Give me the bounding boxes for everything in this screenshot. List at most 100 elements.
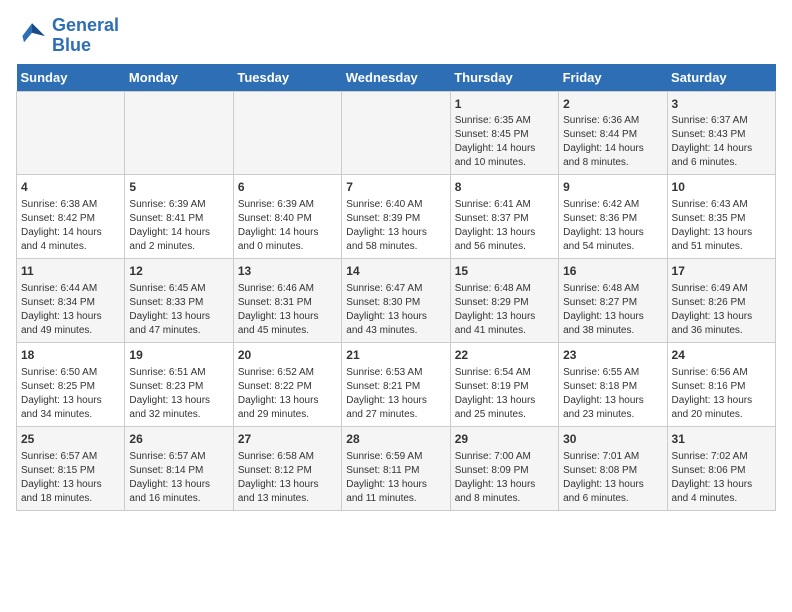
day-number: 18 [21,347,120,364]
day-number: 19 [129,347,228,364]
day-info: Sunrise: 7:01 AMSunset: 8:08 PMDaylight:… [563,450,662,506]
header-thursday: Thursday [450,64,558,92]
calendar-cell: 14 Sunrise: 6:47 AMSunset: 8:30 PMDayligh… [342,259,450,343]
header-wednesday: Wednesday [342,64,450,92]
day-info: Sunrise: 6:35 AMSunset: 8:45 PMDaylight:… [455,114,554,170]
day-number: 20 [238,347,337,364]
day-info: Sunrise: 6:56 AMSunset: 8:16 PMDaylight:… [672,366,771,422]
day-number: 2 [563,96,662,113]
calendar-week-4: 18 Sunrise: 6:50 AMSunset: 8:25 PMDayligh… [17,342,776,426]
day-info: Sunrise: 6:43 AMSunset: 8:35 PMDaylight:… [672,198,771,254]
calendar-cell: 3Sunrise: 6:37 AMSunset: 8:43 PMDaylight… [667,91,775,175]
day-number: 31 [672,431,771,448]
day-info: Sunrise: 6:49 AMSunset: 8:26 PMDaylight:… [672,282,771,338]
day-info: Sunrise: 6:53 AMSunset: 8:21 PMDaylight:… [346,366,445,422]
calendar-cell: 10 Sunrise: 6:43 AMSunset: 8:35 PMDayligh… [667,175,775,259]
calendar-cell: 23 Sunrise: 6:55 AMSunset: 8:18 PMDayligh… [559,342,667,426]
calendar-table: SundayMondayTuesdayWednesdayThursdayFrid… [16,64,776,511]
day-number: 24 [672,347,771,364]
logo-text: General Blue [52,16,119,56]
calendar-week-1: 1Sunrise: 6:35 AMSunset: 8:45 PMDaylight… [17,91,776,175]
day-info: Sunrise: 6:52 AMSunset: 8:22 PMDaylight:… [238,366,337,422]
day-number: 1 [455,96,554,113]
day-number: 28 [346,431,445,448]
logo: General Blue [16,16,119,56]
day-info: Sunrise: 6:59 AMSunset: 8:11 PMDaylight:… [346,450,445,506]
calendar-cell: 6 Sunrise: 6:39 AMSunset: 8:40 PMDaylight… [233,175,341,259]
day-info: Sunrise: 6:58 AMSunset: 8:12 PMDaylight:… [238,450,337,506]
calendar-cell: 21 Sunrise: 6:53 AMSunset: 8:21 PMDayligh… [342,342,450,426]
day-number: 10 [672,179,771,196]
day-info: Sunrise: 7:00 AMSunset: 8:09 PMDaylight:… [455,450,554,506]
day-number: 5 [129,179,228,196]
day-number: 21 [346,347,445,364]
day-info: Sunrise: 6:44 AMSunset: 8:34 PMDaylight:… [21,282,120,338]
header-tuesday: Tuesday [233,64,341,92]
header-sunday: Sunday [17,64,125,92]
calendar-cell: 24 Sunrise: 6:56 AMSunset: 8:16 PMDayligh… [667,342,775,426]
calendar-cell: 26Sunrise: 6:57 AMSunset: 8:14 PMDayligh… [125,426,233,510]
day-number: 26 [129,431,228,448]
day-number: 17 [672,263,771,280]
calendar-cell [125,91,233,175]
calendar-week-5: 25Sunrise: 6:57 AMSunset: 8:15 PMDayligh… [17,426,776,510]
day-info: Sunrise: 6:42 AMSunset: 8:36 PMDaylight:… [563,198,662,254]
day-number: 13 [238,263,337,280]
day-number: 30 [563,431,662,448]
calendar-cell [342,91,450,175]
day-info: Sunrise: 6:54 AMSunset: 8:19 PMDaylight:… [455,366,554,422]
day-number: 14 [346,263,445,280]
calendar-cell: 9Sunrise: 6:42 AMSunset: 8:36 PMDaylight… [559,175,667,259]
day-info: Sunrise: 6:41 AMSunset: 8:37 PMDaylight:… [455,198,554,254]
calendar-week-2: 4 Sunrise: 6:38 AMSunset: 8:42 PMDaylight… [17,175,776,259]
day-number: 12 [129,263,228,280]
day-info: Sunrise: 6:47 AMSunset: 8:30 PMDaylight:… [346,282,445,338]
calendar-cell: 17 Sunrise: 6:49 AMSunset: 8:26 PMDayligh… [667,259,775,343]
day-info: Sunrise: 6:55 AMSunset: 8:18 PMDaylight:… [563,366,662,422]
day-number: 22 [455,347,554,364]
calendar-cell: 22 Sunrise: 6:54 AMSunset: 8:19 PMDayligh… [450,342,558,426]
calendar-cell: 4 Sunrise: 6:38 AMSunset: 8:42 PMDaylight… [17,175,125,259]
day-number: 8 [455,179,554,196]
calendar-cell: 19Sunrise: 6:51 AMSunset: 8:23 PMDayligh… [125,342,233,426]
calendar-cell: 12Sunrise: 6:45 AMSunset: 8:33 PMDayligh… [125,259,233,343]
calendar-cell: 31 Sunrise: 7:02 AMSunset: 8:06 PMDayligh… [667,426,775,510]
calendar-cell: 28 Sunrise: 6:59 AMSunset: 8:11 PMDayligh… [342,426,450,510]
page-header: General Blue [16,16,776,56]
calendar-cell [233,91,341,175]
calendar-cell: 20 Sunrise: 6:52 AMSunset: 8:22 PMDayligh… [233,342,341,426]
day-number: 7 [346,179,445,196]
calendar-cell: 5 Sunrise: 6:39 AMSunset: 8:41 PMDaylight… [125,175,233,259]
day-info: Sunrise: 6:37 AMSunset: 8:43 PMDaylight:… [672,114,771,170]
calendar-week-3: 11Sunrise: 6:44 AMSunset: 8:34 PMDayligh… [17,259,776,343]
day-number: 4 [21,179,120,196]
day-info: Sunrise: 6:57 AMSunset: 8:15 PMDaylight:… [21,450,120,506]
day-info: Sunrise: 6:50 AMSunset: 8:25 PMDaylight:… [21,366,120,422]
calendar-cell: 15 Sunrise: 6:48 AMSunset: 8:29 PMDayligh… [450,259,558,343]
day-number: 3 [672,96,771,113]
calendar-cell: 1Sunrise: 6:35 AMSunset: 8:45 PMDaylight… [450,91,558,175]
header-friday: Friday [559,64,667,92]
calendar-cell: 16 Sunrise: 6:48 AMSunset: 8:27 PMDayligh… [559,259,667,343]
calendar-cell: 2Sunrise: 6:36 AMSunset: 8:44 PMDaylight… [559,91,667,175]
calendar-cell: 7Sunrise: 6:40 AMSunset: 8:39 PMDaylight… [342,175,450,259]
day-number: 16 [563,263,662,280]
day-info: Sunrise: 6:48 AMSunset: 8:27 PMDaylight:… [563,282,662,338]
day-number: 15 [455,263,554,280]
day-info: Sunrise: 6:36 AMSunset: 8:44 PMDaylight:… [563,114,662,170]
calendar-cell: 8 Sunrise: 6:41 AMSunset: 8:37 PMDaylight… [450,175,558,259]
header-saturday: Saturday [667,64,775,92]
header-monday: Monday [125,64,233,92]
day-info: Sunrise: 6:38 AMSunset: 8:42 PMDaylight:… [21,198,120,254]
day-info: Sunrise: 6:46 AMSunset: 8:31 PMDaylight:… [238,282,337,338]
day-info: Sunrise: 6:48 AMSunset: 8:29 PMDaylight:… [455,282,554,338]
calendar-cell [17,91,125,175]
day-info: Sunrise: 7:02 AMSunset: 8:06 PMDaylight:… [672,450,771,506]
day-info: Sunrise: 6:39 AMSunset: 8:40 PMDaylight:… [238,198,337,254]
calendar-cell: 18 Sunrise: 6:50 AMSunset: 8:25 PMDayligh… [17,342,125,426]
day-info: Sunrise: 6:39 AMSunset: 8:41 PMDaylight:… [129,198,228,254]
day-number: 23 [563,347,662,364]
header-row: SundayMondayTuesdayWednesdayThursdayFrid… [17,64,776,92]
day-number: 6 [238,179,337,196]
calendar-cell: 11Sunrise: 6:44 AMSunset: 8:34 PMDayligh… [17,259,125,343]
